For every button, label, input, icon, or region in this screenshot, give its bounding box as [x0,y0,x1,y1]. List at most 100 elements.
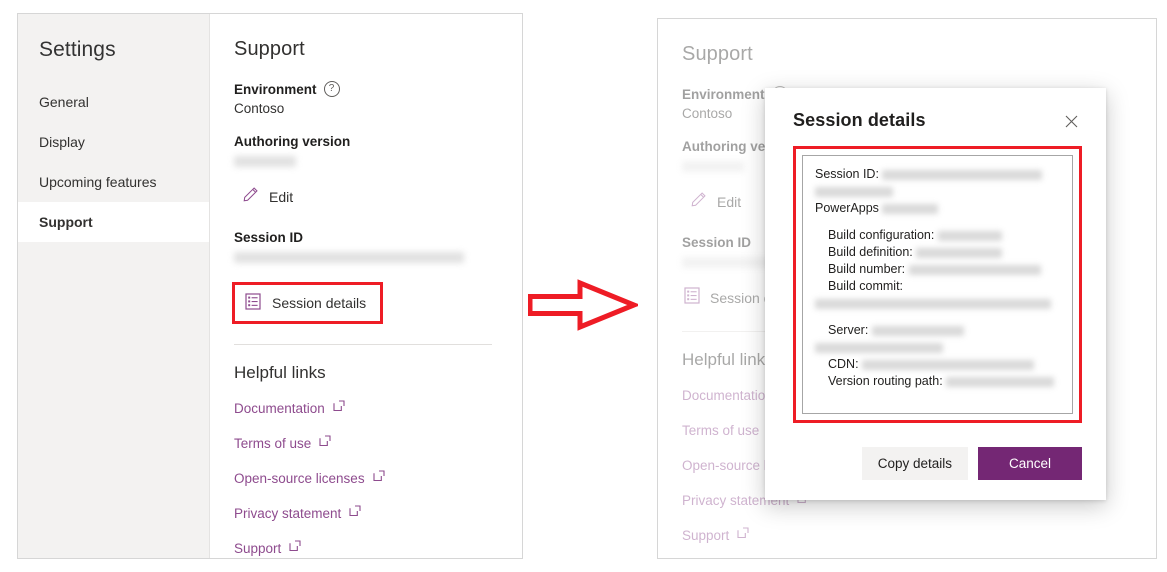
link-documentation[interactable]: Documentation [234,399,522,417]
session-id-value: x [234,249,522,264]
dialog-title: Session details [793,110,926,130]
cancel-button[interactable]: Cancel [978,447,1082,480]
dialog-header: Session details [793,110,1082,132]
environment-label: Environment ? [234,81,522,97]
page-title: Support [682,43,753,65]
external-link-icon [319,434,331,452]
link-terms-of-use[interactable]: Terms of use [234,434,522,452]
link-label: Terms of use [682,422,760,438]
list-document-icon [684,287,700,309]
helpful-links-title: Helpful links [234,363,326,382]
sidebar-item-label: Display [39,134,85,150]
external-link-icon [289,539,301,557]
detail-build-commit-value: x [815,295,1062,312]
detail-powerapps-version: PowerApps x [815,200,1062,217]
environment-label-text: Environment [682,86,765,102]
sidebar-item-general[interactable]: General [18,82,209,122]
detail-server-cont: x [815,339,1062,356]
redacted-value: x [234,155,296,167]
link-privacy-statement[interactable]: Privacy statement [234,504,522,522]
external-link-icon [373,469,385,487]
link-label: Documentation [682,387,773,403]
sidebar-item-label: Support [39,214,93,230]
right-arrow-icon [527,277,641,338]
settings-title: Settings [39,38,116,61]
edit-label: Edit [269,189,294,205]
authoring-version-value: x [234,153,522,168]
redacted-value: x [871,325,964,336]
authoring-version-label-text: Authoring version [234,134,351,149]
detail-session-id: Session ID: x [815,166,1062,183]
redacted-value: x [937,230,1002,241]
detail-label: Build configuration: [828,228,935,242]
detail-build-number: Build number: x [815,261,1062,278]
external-link-icon [349,504,361,522]
dialog-actions: Copy details Cancel [793,447,1082,480]
page-title: Support [234,38,305,60]
list-document-icon [245,293,261,313]
detail-label: PowerApps [815,201,879,215]
redacted-value: x [946,376,1055,387]
redacted-value: x [234,251,464,263]
sidebar-item-upcoming-features[interactable]: Upcoming features [18,162,209,202]
redacted-value: x [815,342,943,353]
pencil-icon [242,186,259,208]
redacted-value: x [862,359,1035,370]
link-label: Support [682,527,730,543]
redacted-value: x [815,186,893,197]
settings-sidebar: Settings General Display Upcoming featur… [18,14,210,558]
link-support[interactable]: Support [234,539,522,557]
detail-session-id-cont: x [815,183,1062,200]
detail-label: Build definition: [828,245,913,259]
redacted-value: x [908,264,1041,275]
support-content: Support Environment ? Contoso Authoring … [210,14,522,558]
detail-label: Build commit: [828,279,904,293]
session-details-textbox[interactable]: Session ID: x x PowerApps x Build config… [802,155,1073,414]
detail-build-configuration: Build configuration: x [815,227,1062,244]
detail-version-routing-path: Version routing path: x [815,373,1062,390]
redacted-value: x [815,298,1051,309]
session-details-label: Session details [272,295,367,311]
session-id-label-text: Session ID [234,230,304,245]
redacted-value: x [916,247,1003,258]
pencil-icon [690,191,707,213]
session-details-button[interactable]: Session details [232,282,384,324]
session-details-dialog: Session details Session ID: x x PowerApp… [765,88,1106,500]
detail-spacer [815,312,1062,322]
link-label: Documentation [234,400,325,416]
sidebar-item-label: Upcoming features [39,174,157,190]
link-support: Support [682,526,1156,544]
sidebar-item-display[interactable]: Display [18,122,209,162]
detail-cdn: CDN: x [815,356,1062,373]
session-details-highlight: Session ID: x x PowerApps x Build config… [793,146,1082,423]
edit-button[interactable]: Edit [242,186,522,208]
detail-label: Build number: [828,262,906,276]
sidebar-item-label: General [39,94,89,110]
detail-server: Server: x [815,322,1062,339]
environment-label-text: Environment [234,81,317,97]
session-id-label: Session ID [234,230,522,245]
detail-label: Version routing path: [828,374,943,388]
edit-label: Edit [717,194,742,210]
detail-label: Session ID: [815,167,879,181]
detail-label: Server: [828,323,869,337]
close-icon[interactable] [1060,110,1082,132]
external-link-icon [333,399,345,417]
environment-value: Contoso [234,101,285,116]
link-label: Privacy statement [234,505,342,521]
sidebar-item-support[interactable]: Support [18,202,209,242]
redacted-value: x [682,160,744,172]
content-divider [234,344,492,345]
authoring-version-label: Authoring version [234,134,522,149]
link-label: Support [234,540,282,556]
help-circle-icon[interactable]: ? [323,81,340,97]
external-link-icon [737,526,749,544]
copy-details-button[interactable]: Copy details [861,447,968,480]
link-label: Terms of use [234,435,312,451]
link-open-source-licenses[interactable]: Open-source licenses [234,469,522,487]
redacted-value: x [882,203,939,214]
link-label: Open-source licenses [234,470,365,486]
detail-build-commit: Build commit: [815,278,1062,295]
detail-build-definition: Build definition: x [815,244,1062,261]
detail-spacer [815,217,1062,227]
